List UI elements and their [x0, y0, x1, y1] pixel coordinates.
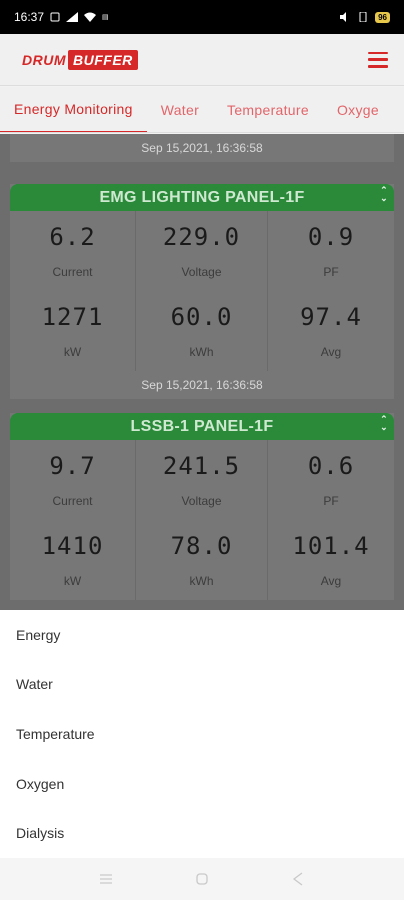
metric-label: Avg: [320, 574, 342, 588]
status-right: 96: [339, 11, 390, 23]
metric-value: 6.2: [49, 223, 96, 251]
metric-label: PF: [323, 494, 339, 508]
metric-value: 229.0: [162, 223, 241, 251]
metric-value: 78.0: [170, 532, 233, 560]
metric-label: kWh: [189, 345, 214, 359]
metric-voltage: 241.5 Voltage: [136, 440, 268, 520]
tab-temperature[interactable]: Temperature: [213, 87, 323, 132]
metric-pf: 0.6 PF: [268, 440, 394, 520]
back-icon[interactable]: [289, 870, 307, 888]
metric-avg: 97.4 Avg: [268, 291, 394, 371]
timestamp-top: Sep 15,2021, 16:36:58: [10, 134, 394, 162]
metric-current: 9.7 Current: [10, 440, 136, 520]
tab-bar: Energy Monitoring Water Temperature Oxyg…: [0, 87, 404, 133]
metric-value: 101.4: [292, 532, 370, 560]
status-bar: 16:37 ▤ 96: [0, 0, 404, 34]
panel-title: LSSB-1 PANEL-1F: [130, 417, 274, 435]
metric-value: 0.6: [307, 452, 355, 480]
panel-emg-lighting: EMG LIGHTING PANEL-1F ⌃ ⌄ 6.2 Current 229.…: [10, 184, 394, 399]
metric-label: kWh: [189, 574, 214, 588]
metric-kw: 1410 kW: [10, 520, 136, 600]
metric-voltage: 229.0 Voltage: [136, 211, 268, 291]
battery-icon: 96: [375, 11, 390, 23]
metric-value: 9.7: [49, 452, 96, 480]
content-inner: Sep 15,2021, 16:36:58 EMG LIGHTING PANEL…: [10, 134, 394, 600]
metric-avg: 101.4 Avg: [268, 520, 394, 600]
logo-drum: DRUM: [22, 51, 66, 68]
metric-value: 60.0: [170, 303, 233, 331]
signal-icon: [66, 12, 79, 22]
metric-label: Voltage: [181, 494, 222, 508]
system-nav-bar: [0, 858, 404, 900]
home-icon[interactable]: [193, 870, 211, 888]
metric-label: Current: [52, 265, 93, 279]
sheet-item-oxygen[interactable]: Oxygen: [0, 759, 404, 809]
metric-label: kW: [63, 345, 82, 359]
status-time: 16:37: [14, 10, 45, 24]
tab-oxygen[interactable]: Oxyge: [323, 87, 393, 132]
metric-kwh: 78.0 kWh: [136, 520, 268, 600]
tab-water[interactable]: Water: [147, 87, 213, 132]
metric-kwh: 60.0 kWh: [136, 291, 268, 371]
collapse-icon[interactable]: ⌃ ⌄: [380, 415, 388, 432]
sheet-item-water[interactable]: Water: [0, 660, 404, 710]
logo-buffer: BUFFER: [68, 49, 138, 70]
collapse-icon[interactable]: ⌃ ⌄: [380, 186, 388, 203]
tab-energy-monitoring[interactable]: Energy Monitoring: [0, 87, 147, 132]
metric-kw: 1271 kW: [10, 291, 136, 371]
metric-label: Avg: [320, 345, 342, 359]
content-area: Sep 15,2021, 16:36:58 EMG LIGHTING PANEL…: [0, 134, 404, 610]
metrics-grid: 9.7 Current 241.5 Voltage 0.6 PF 1410 kW 78.…: [10, 440, 394, 600]
metric-label: kW: [63, 574, 82, 588]
metric-value: 241.5: [162, 452, 241, 480]
metric-value: 97.4: [300, 303, 362, 331]
metric-label: Current: [52, 494, 93, 508]
mute-icon: [340, 12, 347, 22]
wifi-icon: [84, 12, 97, 22]
notification-icon: [50, 12, 60, 22]
panel-timestamp: Sep 15,2021, 16:36:58: [10, 371, 394, 399]
metric-pf: 0.9 PF: [268, 211, 394, 291]
vibrate-icon: [359, 12, 367, 22]
metric-value: 0.9: [307, 223, 355, 251]
recents-icon[interactable]: [97, 870, 115, 888]
panel-header[interactable]: LSSB-1 PANEL-1F ⌃ ⌄: [10, 413, 394, 440]
sheet-item-temperature[interactable]: Temperature: [0, 709, 404, 759]
metric-label: PF: [323, 265, 339, 279]
panel-title: EMG LIGHTING PANEL-1F: [99, 188, 305, 206]
metric-current: 6.2 Current: [10, 211, 136, 291]
metric-label: Voltage: [181, 265, 222, 279]
metrics-grid: 6.2 Current 229.0 Voltage 0.9 PF 1271 kW 60.…: [10, 211, 394, 371]
metric-value: 1410: [41, 532, 104, 560]
logo: DRUM BUFFER: [22, 49, 138, 70]
bottom-sheet-menu: Energy Water Temperature Oxygen Dialysis: [0, 610, 404, 858]
sheet-item-energy[interactable]: Energy: [0, 610, 404, 660]
panel-lssb-1: LSSB-1 PANEL-1F ⌃ ⌄ 9.7 Current 241.5 Volta…: [10, 413, 394, 600]
sheet-item-dialysis[interactable]: Dialysis: [0, 808, 404, 858]
hamburger-menu-icon[interactable]: [368, 51, 388, 68]
app-header: DRUM BUFFER: [0, 34, 404, 86]
metric-value: 1271: [41, 303, 104, 331]
panel-header[interactable]: EMG LIGHTING PANEL-1F ⌃ ⌄: [10, 184, 394, 211]
network-speed-icon: ▤: [102, 13, 109, 21]
status-left: 16:37 ▤: [14, 10, 109, 24]
